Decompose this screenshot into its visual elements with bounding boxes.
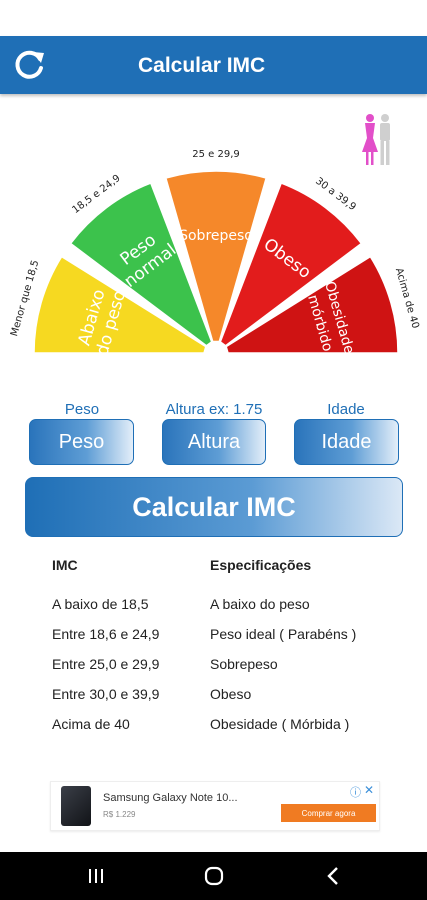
table-header-imc: IMC <box>52 557 78 573</box>
idade-label: Idade <box>327 401 365 418</box>
peso-input-button[interactable]: Peso <box>29 419 134 465</box>
ad-close-icon[interactable]: ✕ <box>364 783 374 797</box>
ad-info-icon[interactable]: ⓘ <box>350 784 361 800</box>
bmi-gauge: Abaixodo peso Menor que 18,5 Pesonormal 18,… <box>0 149 427 370</box>
status-bar <box>0 0 427 36</box>
table-cell-imc: Acima de 40 <box>52 716 130 732</box>
ad-banner[interactable]: Samsung Galaxy Note 10... R$ 1.229 Compr… <box>50 781 380 831</box>
recent-apps-icon[interactable] <box>84 864 108 888</box>
calculate-bmi-button[interactable]: Calcular IMC <box>25 477 403 537</box>
altura-label: Altura ex: 1.75 <box>165 401 263 418</box>
ad-product-image <box>61 786 91 826</box>
page-title: Calcular IMC <box>138 54 266 77</box>
ad-buy-button[interactable]: Comprar agora <box>281 804 376 822</box>
ad-price: R$ 1.229 <box>103 810 136 819</box>
refresh-icon[interactable] <box>10 46 48 84</box>
table-header-specs: Especificações <box>210 557 312 573</box>
table-cell-spec: Obesidade ( Mórbida ) <box>210 716 350 732</box>
table-cell-spec: Obeso <box>210 686 252 702</box>
table-cell-spec: Peso ideal ( Parabéns ) <box>210 626 357 642</box>
app-bar: Calcular IMC <box>0 36 427 94</box>
table-cell-imc: Entre 25,0 e 29,9 <box>52 656 160 672</box>
ad-title: Samsung Galaxy Note 10... <box>103 792 238 804</box>
table-cell-imc: Entre 18,6 e 24,9 <box>52 626 160 642</box>
system-nav-bar <box>0 852 427 900</box>
gauge-range-label: Acima de 40 <box>393 267 421 330</box>
table-cell-spec: A baixo do peso <box>210 596 310 612</box>
idade-input-button[interactable]: Idade <box>294 419 399 465</box>
table-cell-imc: A baixo de 18,5 <box>52 596 149 612</box>
peso-label: Peso <box>64 401 100 418</box>
altura-input-button[interactable]: Altura <box>162 419 266 465</box>
gauge-range-label: 25 e 29,9 <box>192 150 240 160</box>
table-cell-imc: Entre 30,0 e 39,9 <box>52 686 160 702</box>
table-cell-spec: Sobrepeso <box>210 656 278 672</box>
gauge-segment-label: Sobrepeso <box>179 228 253 244</box>
home-icon[interactable] <box>202 864 226 888</box>
back-icon[interactable] <box>322 864 346 888</box>
